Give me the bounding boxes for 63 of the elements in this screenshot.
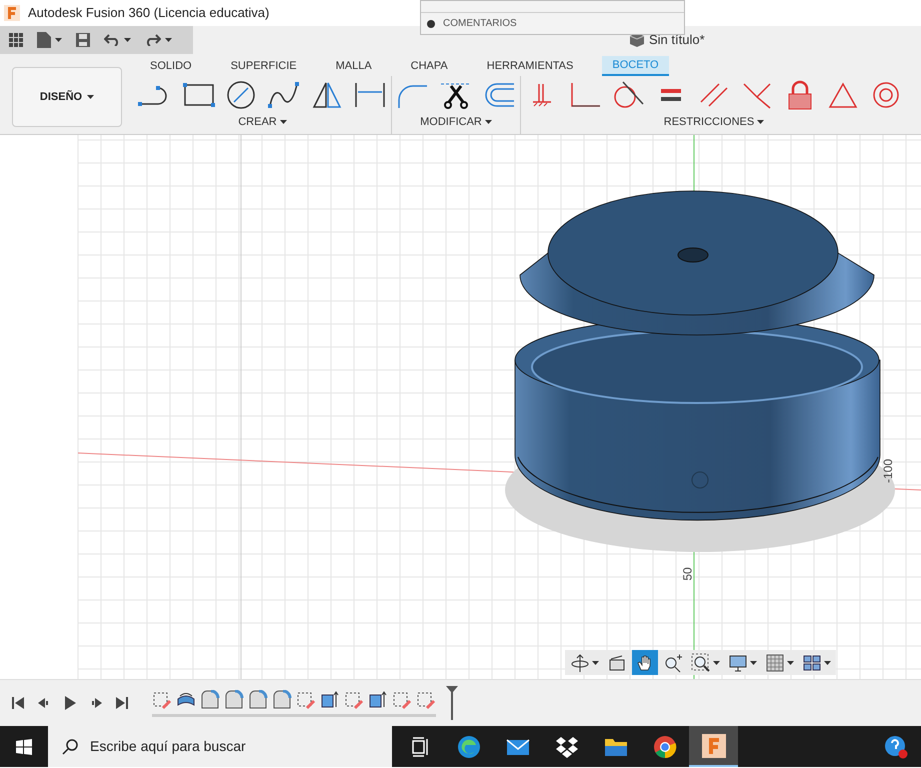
caret-icon [55,38,62,42]
caret-icon [484,120,492,124]
monitor-icon [728,652,748,672]
caret-icon [824,660,831,664]
ribbon-tab[interactable]: SOLIDO [140,56,202,76]
zoom-window-icon [691,652,711,672]
caret-icon [757,120,764,124]
fillet-feature-icon[interactable] [248,690,268,710]
window-title: Autodesk Fusion 360 (Licencia educativa) [28,4,270,22]
fusion-app-icon [700,732,726,758]
orbit-icon [570,652,590,672]
sketch-feature-icon[interactable] [152,690,172,710]
caret-icon [750,660,757,664]
undo-icon[interactable] [104,34,120,46]
skip-end-icon[interactable] [114,695,130,711]
camera-icon [607,652,627,672]
zoom-icon [663,652,683,672]
sketch-feature-icon[interactable] [416,690,436,710]
ribbon-tab[interactable]: CHAPA [400,56,458,76]
axis-label: 50 [680,567,696,581]
workspace-button[interactable]: DISEÑO [12,67,122,127]
caret-icon [165,38,172,42]
caret-icon [280,120,287,124]
taskbar-search-field[interactable]: Escribe aquí para buscar [48,726,392,767]
extrude-feature-icon[interactable] [320,690,340,710]
grid-icon [765,652,785,672]
chrome-icon [652,734,678,760]
windows-start-icon[interactable] [16,738,32,754]
caret-icon [713,660,720,664]
group-menu-button[interactable]: RESTRICCIONES [664,114,764,130]
app-logo-icon [4,5,20,21]
caret-icon [592,660,599,664]
menu-item[interactable]: COMENTARIOS [421,12,684,34]
caret-icon [787,660,794,664]
search-icon [62,738,78,754]
axis-label: -100 [880,458,896,484]
caret-icon [87,95,94,99]
group-menu-button[interactable]: MODIFICAR [420,114,492,130]
skip-start-icon[interactable] [10,695,26,711]
extrude-feature-icon[interactable] [368,690,388,710]
browser-icon [456,734,482,760]
app-grid-icon[interactable] [9,33,23,47]
save-icon[interactable] [76,33,90,47]
sketch-feature-icon[interactable] [392,690,412,710]
document-title: Sin título* [649,31,705,50]
fillet-feature-icon[interactable] [200,690,220,710]
nav-tool-button[interactable] [632,650,658,675]
taskbar-app-button[interactable] [689,726,738,767]
ribbon-tab[interactable]: SUPERFICIE [220,56,307,76]
caret-icon [124,38,131,42]
ribbon-tab[interactable]: MALLA [326,56,382,76]
sketch-feature-icon[interactable] [344,690,364,710]
sketch-feature-icon[interactable] [296,690,316,710]
help-notification-icon[interactable] [884,734,908,758]
redo-icon[interactable] [145,34,161,46]
timeline-marker-icon[interactable] [446,686,458,720]
fillet-feature-icon[interactable] [224,690,244,710]
play-icon[interactable] [62,695,78,711]
viewports-icon [802,652,822,672]
file-icon[interactable] [37,32,51,48]
ribbon-tab[interactable]: HERRAMIENTAS [476,56,584,76]
fillet-feature-icon[interactable] [272,690,292,710]
group-menu-button[interactable]: CREAR [238,114,287,130]
